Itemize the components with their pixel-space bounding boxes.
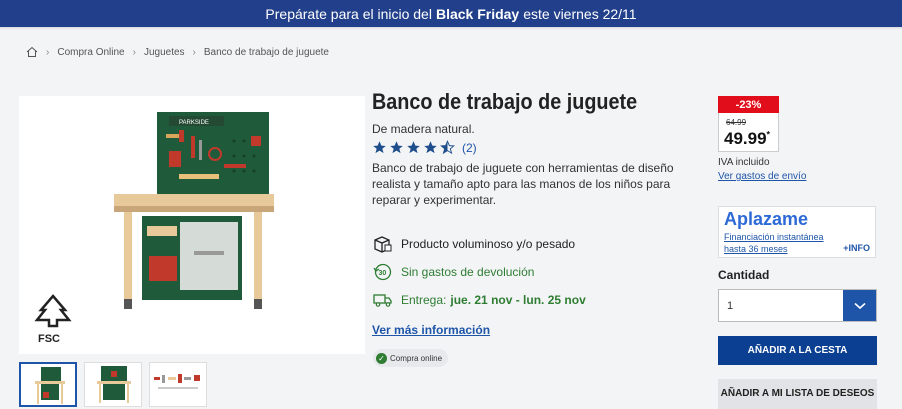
star-filled-icon [373, 141, 386, 154]
online-badge-text: Compra online [390, 353, 443, 363]
return-30-icon-text: 30 [379, 270, 387, 277]
aplazame-widget[interactable]: Aplazame Financiación instantánea hasta … [718, 206, 876, 258]
price-asterisk: * [766, 129, 771, 140]
fsc-logo-text: FSC [38, 333, 60, 345]
feature-returns-text: Sin gastos de devolución [401, 264, 535, 279]
quantity-select[interactable]: 1 [718, 289, 877, 322]
workbench-thumb-icon [97, 366, 131, 403]
price-value: 49.99 [724, 129, 767, 148]
shipping-costs-link[interactable]: Ver gastos de envío [718, 171, 806, 182]
product-description: Banco de trabajo de juguete con herramie… [372, 161, 674, 207]
workbench-illustration: PARKSIDE FSC [34, 112, 274, 345]
workbench-thumb-icon [35, 367, 65, 404]
promo-banner[interactable]: Prepárate para el inicio del Black Frida… [0, 0, 902, 27]
feature-returns: 30 Sin gastos de devolución [372, 262, 534, 281]
promo-text-after: este viernes 22/11 [523, 5, 637, 22]
more-info-link[interactable]: Ver más información [372, 323, 490, 337]
thumbnail-1[interactable] [19, 362, 77, 407]
breadcrumb: › Compra Online › Juguetes › Banco de tr… [26, 45, 329, 59]
breadcrumb-item-compra-online[interactable]: Compra Online [57, 47, 124, 58]
quantity-label: Cantidad [718, 268, 770, 282]
thumbnail-3[interactable] [149, 362, 207, 407]
rating-count[interactable]: (2) [462, 141, 477, 155]
promo-text-bold: Black Friday [435, 5, 520, 22]
feature-bulky: Producto voluminoso y/o pesado [372, 234, 575, 253]
star-half-icon [440, 140, 455, 155]
delivery-label: Entrega: [401, 292, 447, 307]
quantity-value: 1 [727, 300, 734, 312]
feature-delivery: Entrega: jue. 21 nov - lun. 25 nov [372, 290, 586, 309]
vat-note: IVA incluido [718, 157, 770, 168]
online-badge: ✓ Compra online [373, 349, 449, 367]
feature-bulky-text: Producto voluminoso y/o pesado [401, 236, 576, 251]
chevron-right-icon: › [46, 46, 50, 58]
quantity-dropdown-button[interactable] [843, 290, 876, 321]
promo-text-before: Prepárate para el inicio del [265, 5, 432, 22]
truck-icon [373, 294, 392, 307]
product-title: Banco de trabajo de juguete [372, 89, 638, 114]
box-icon [374, 236, 392, 253]
home-icon[interactable] [26, 46, 38, 58]
add-to-cart-button[interactable]: AÑADIR A LA CESTA [718, 336, 877, 365]
thumbnail-strip [19, 362, 207, 407]
aplazame-line1: Financiación instantánea [724, 232, 824, 242]
add-to-wishlist-button[interactable]: AÑADIR A MI LISTA DE DESEOS [718, 379, 877, 409]
product-subtitle: De madera natural. [372, 122, 475, 136]
star-filled-icon [407, 141, 420, 154]
tools-thumb-icon [154, 374, 200, 389]
chevron-right-icon: › [192, 46, 196, 58]
delivery-dates: jue. 21 nov - lun. 25 nov [450, 292, 586, 307]
chevron-down-icon [853, 302, 866, 309]
breadcrumb-item-current: Banco de trabajo de juguete [203, 46, 329, 58]
aplazame-line2: hasta 36 meses [724, 244, 788, 254]
thumbnail-2[interactable] [84, 362, 142, 407]
star-filled-icon [390, 141, 403, 154]
old-price: 64.99 [726, 118, 747, 127]
product-main-image[interactable]: PARKSIDE FSC [19, 96, 365, 354]
aplazame-financing-text[interactable]: Financiación instantánea hasta 36 meses [724, 231, 824, 255]
fsc-logo: FSC [34, 294, 72, 345]
aplazame-info-link[interactable]: +INFO [843, 243, 870, 253]
return-30-icon: 30 [373, 263, 392, 281]
breadcrumb-item-juguetes[interactable]: Juguetes [144, 47, 185, 58]
brand-text: PARKSIDE [179, 120, 209, 126]
chevron-right-icon: › [132, 46, 136, 58]
aplazame-logo: Aplazame [724, 209, 809, 229]
check-icon: ✓ [376, 352, 387, 364]
price-box: 64.99 49.99* [718, 113, 779, 152]
star-filled-icon [424, 141, 437, 154]
discount-badge: -23% [718, 96, 779, 113]
banner-shadow [0, 27, 902, 30]
product-rating[interactable]: (2) [372, 140, 477, 155]
current-price: 49.99* [724, 129, 770, 149]
